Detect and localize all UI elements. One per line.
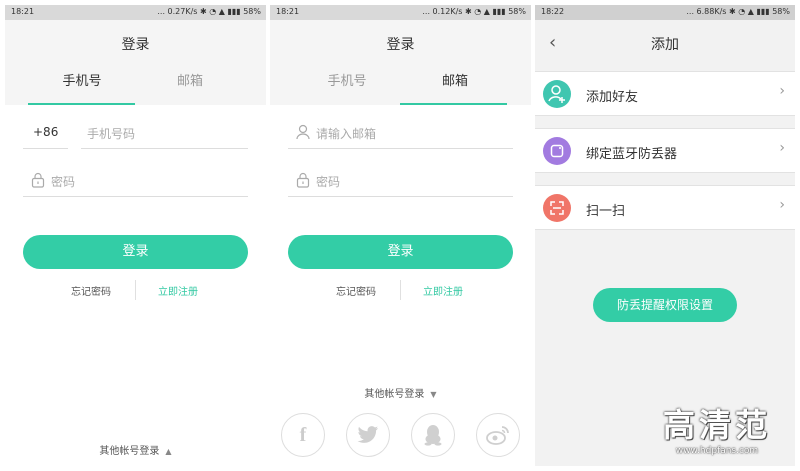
login-tabs: 手机号 邮箱 [270,70,531,105]
menu-label: 添加好友 [586,90,639,105]
country-code[interactable]: +86 [33,125,58,139]
login-phone-screen: 18:21 ... 0.27K/s ✱ ◔ ▲ ▮▮▮ 58% 登录 手机号 邮… [5,5,266,466]
password-input[interactable]: 密码 [51,173,75,190]
status-info: ... 6.88K/s ✱ ◔ ▲ ▮▮▮ 58% [686,7,790,16]
forgot-password-link[interactable]: 忘记密码 [336,283,376,298]
permission-settings-button[interactable]: 防丢提醒权限设置 [593,288,737,322]
add-screen: 18:22 ... 6.88K/s ✱ ◔ ▲ ▮▮▮ 58% ‹ 添加 添加好… [535,5,795,466]
phone-underline [81,148,248,149]
prefix-underline [23,148,68,149]
facebook-icon[interactable]: f [281,413,325,457]
menu-item-bind-bluetooth[interactable]: 绑定蓝牙防丢器 › [535,128,795,173]
status-time: 18:21 [276,7,300,16]
status-bar: 18:22 ... 6.88K/s ✱ ◔ ▲ ▮▮▮ 58% [535,5,795,20]
menu-item-add-friend[interactable]: 添加好友 › [535,71,795,116]
status-info: ... 0.12K/s ✱ ◔ ▲ ▮▮▮ 58% [422,7,526,16]
register-link[interactable]: 立即注册 [423,283,463,298]
status-bar: 18:21 ... 0.27K/s ✱ ◔ ▲ ▮▮▮ 58% [5,5,266,20]
back-icon[interactable]: ‹ [549,32,556,53]
chevron-right-icon: › [779,83,785,99]
password-field[interactable]: 密码 [23,167,248,197]
watermark-url: www.hdpfans.com [675,446,759,456]
triangle-down-icon: ▼ [430,390,437,399]
login-button[interactable]: 登录 [23,235,248,269]
lock-icon [31,172,45,188]
site-watermark: 高清范 www.hdpfans.com [657,400,777,456]
bluetooth-tracker-icon [543,137,571,165]
login-tabs: 手机号 邮箱 [5,70,266,105]
other-account-label: 其他帐号登录 [364,389,425,400]
menu-item-scan[interactable]: 扫一扫 › [535,185,795,230]
link-divider [400,280,401,300]
phone-field[interactable]: +86 手机号码 [23,119,248,149]
watermark-logo-text: 高清范 [662,406,771,444]
triangle-up-icon: ▲ [165,447,172,456]
menu-label: 扫一扫 [586,204,626,219]
page-title: 添加 [651,37,679,53]
qq-icon[interactable] [411,413,455,457]
register-link[interactable]: 立即注册 [158,283,198,298]
login-email-screen: 18:21 ... 0.12K/s ✱ ◔ ▲ ▮▮▮ 58% 登录 手机号 邮… [270,5,531,466]
title-bar: ‹ 添加 [535,20,795,70]
menu-label: 绑定蓝牙防丢器 [586,147,678,162]
lock-icon [296,172,310,188]
forgot-password-link[interactable]: 忘记密码 [71,283,111,298]
password-underline [288,196,513,197]
add-friend-icon [543,80,571,108]
login-button[interactable]: 登录 [288,235,513,269]
user-icon [296,124,310,140]
status-time: 18:21 [11,7,35,16]
login-form: +86 手机号码 密码 登录 忘记密码 立即注册 其他帐号登录 ▲ [5,105,266,466]
scan-icon [543,194,571,222]
tab-email[interactable]: 邮箱 [125,70,255,89]
account-links: 忘记密码 立即注册 [5,280,266,300]
page-title: 登录 [386,37,415,53]
email-input[interactable]: 请输入邮箱 [316,125,376,142]
password-underline [23,196,248,197]
title-bar: 登录 [5,20,266,70]
weibo-glyph [486,426,509,445]
account-links: 忘记密码 立即注册 [270,280,531,300]
other-account-label: 其他帐号登录 [99,446,160,457]
status-bar: 18:21 ... 0.12K/s ✱ ◔ ▲ ▮▮▮ 58% [270,5,531,20]
status-time: 18:22 [541,7,565,16]
status-info: ... 0.27K/s ✱ ◔ ▲ ▮▮▮ 58% [157,7,261,16]
link-divider [135,280,136,300]
email-field[interactable]: 请输入邮箱 [288,119,513,149]
tab-email[interactable]: 邮箱 [390,70,520,89]
email-underline [288,148,513,149]
other-account-login[interactable]: 其他帐号登录 ▲ [5,442,266,457]
chevron-right-icon: › [779,140,785,156]
twitter-icon[interactable] [346,413,390,457]
qq-penguin-glyph [424,425,442,446]
password-field[interactable]: 密码 [288,167,513,197]
other-account-login[interactable]: 其他帐号登录 ▼ [270,385,531,400]
phone-input[interactable]: 手机号码 [87,125,135,142]
weibo-icon[interactable] [476,413,520,457]
password-input[interactable]: 密码 [316,173,340,190]
twitter-bird-glyph [357,426,379,443]
page-title: 登录 [121,37,150,53]
login-form: 请输入邮箱 密码 登录 忘记密码 立即注册 其他帐号登录 ▼ [270,105,531,466]
title-bar: 登录 [270,20,531,70]
chevron-right-icon: › [779,197,785,213]
